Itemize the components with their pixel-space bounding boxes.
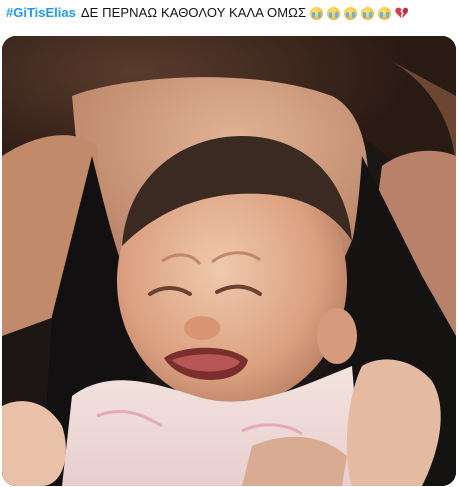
hashtag-link[interactable]: #GiTisElias	[6, 3, 76, 23]
broken-heart-icon	[395, 7, 409, 19]
loudly-crying-face-icon	[344, 6, 358, 20]
crying-baby-photo	[2, 36, 456, 486]
loudly-crying-face-icon	[361, 6, 375, 20]
loudly-crying-face-icon	[310, 6, 324, 20]
tweet: #GiTisElias ΔΕ ΠΕΡΝΑΩ ΚΑΘΟΛΟΥ ΚΑΛΑ ΟΜΩΣ	[0, 0, 459, 487]
tweet-body-text: ΔΕ ΠΕΡΝΑΩ ΚΑΘΟΛΟΥ ΚΑΛΑ ΟΜΩΣ	[80, 5, 307, 20]
tweet-text: #GiTisElias ΔΕ ΠΕΡΝΑΩ ΚΑΘΟΛΟΥ ΚΑΛΑ ΟΜΩΣ	[6, 3, 409, 23]
loudly-crying-face-icon	[378, 6, 392, 20]
tweet-media-image[interactable]	[2, 36, 456, 486]
loudly-crying-face-icon	[327, 6, 341, 20]
